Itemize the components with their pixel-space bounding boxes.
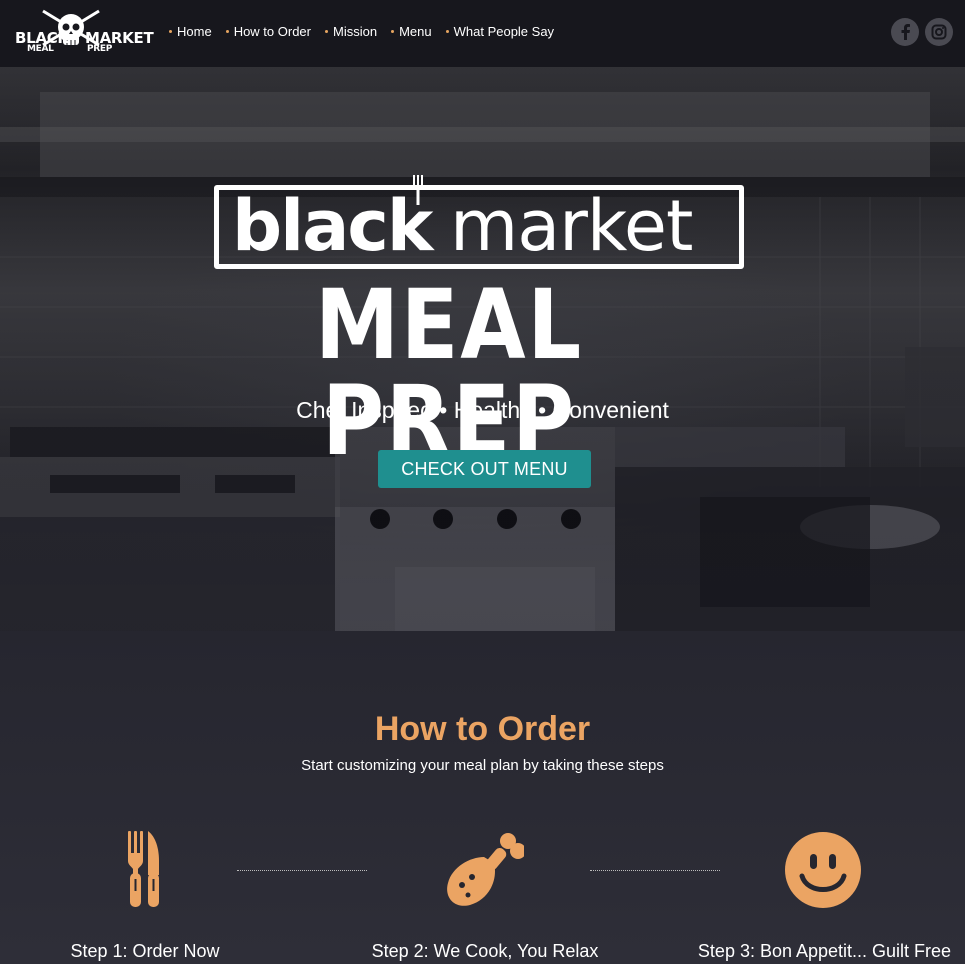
facebook-icon xyxy=(901,24,910,40)
utensils-icon xyxy=(128,831,159,907)
step-1-label: Step 1: Order Now xyxy=(70,941,220,961)
bullet-icon xyxy=(325,30,328,33)
brand-word-black: black xyxy=(232,185,433,267)
how-to-order-section: How to Order Start customizing your meal… xyxy=(0,631,965,964)
bullet-icon xyxy=(445,30,449,33)
section-subtitle: Start customizing your meal plan by taki… xyxy=(301,757,664,774)
bullet-icon xyxy=(391,30,395,33)
nav-home[interactable]: Home xyxy=(169,24,212,39)
nav-what-people-say[interactable]: What People Say xyxy=(445,24,555,39)
drumstick-icon xyxy=(447,833,524,906)
logo-word-meal: MEAL xyxy=(27,44,54,54)
instagram-button[interactable] xyxy=(925,18,953,46)
nav-what-people-say-label: What People Say xyxy=(453,24,555,39)
check-out-menu-button[interactable]: CHECK OUT MENU xyxy=(378,450,591,488)
site-logo[interactable]: BLACK MARKET MEAL PREP xyxy=(13,7,154,59)
top-navigation-bar: BLACK MARKET MEAL PREP Home How to Order… xyxy=(0,0,965,67)
brand-wordmark: black market MEAL PREP xyxy=(210,175,750,469)
main-nav: Home How to Order Mission Menu What Peop… xyxy=(169,24,554,39)
nav-how-to-order[interactable]: How to Order xyxy=(225,24,311,39)
nav-menu[interactable]: Menu xyxy=(391,24,432,39)
social-links xyxy=(891,18,953,46)
bullet-icon xyxy=(169,30,172,33)
nav-how-to-order-label: How to Order xyxy=(233,24,311,39)
hero-tagline: Chef Inspired • Healthy • Convenient xyxy=(296,397,669,423)
brand-word-market: market xyxy=(450,185,693,267)
brand-meal-prep: MEAL PREP xyxy=(314,269,583,477)
nav-mission-label: Mission xyxy=(333,24,378,39)
instagram-icon xyxy=(931,24,947,40)
bullet-icon xyxy=(225,30,229,33)
fork-icon xyxy=(413,175,423,205)
facebook-button[interactable] xyxy=(891,18,919,46)
logo-word-prep: PREP xyxy=(87,44,113,54)
section-title: How to Order xyxy=(374,710,591,748)
nav-mission[interactable]: Mission xyxy=(325,24,377,39)
step-connector xyxy=(590,870,720,871)
step-2-label: Step 2: We Cook, You Relax xyxy=(371,941,599,961)
smiley-icon xyxy=(785,832,861,908)
hero-banner: black market MEAL PREP Chef Inspired • H… xyxy=(0,67,965,631)
step-connector xyxy=(237,870,367,871)
nav-menu-label: Menu xyxy=(399,24,432,39)
nav-home-label: Home xyxy=(177,24,212,39)
step-3-label: Step 3: Bon Appetit... Guilt Free xyxy=(697,941,952,961)
